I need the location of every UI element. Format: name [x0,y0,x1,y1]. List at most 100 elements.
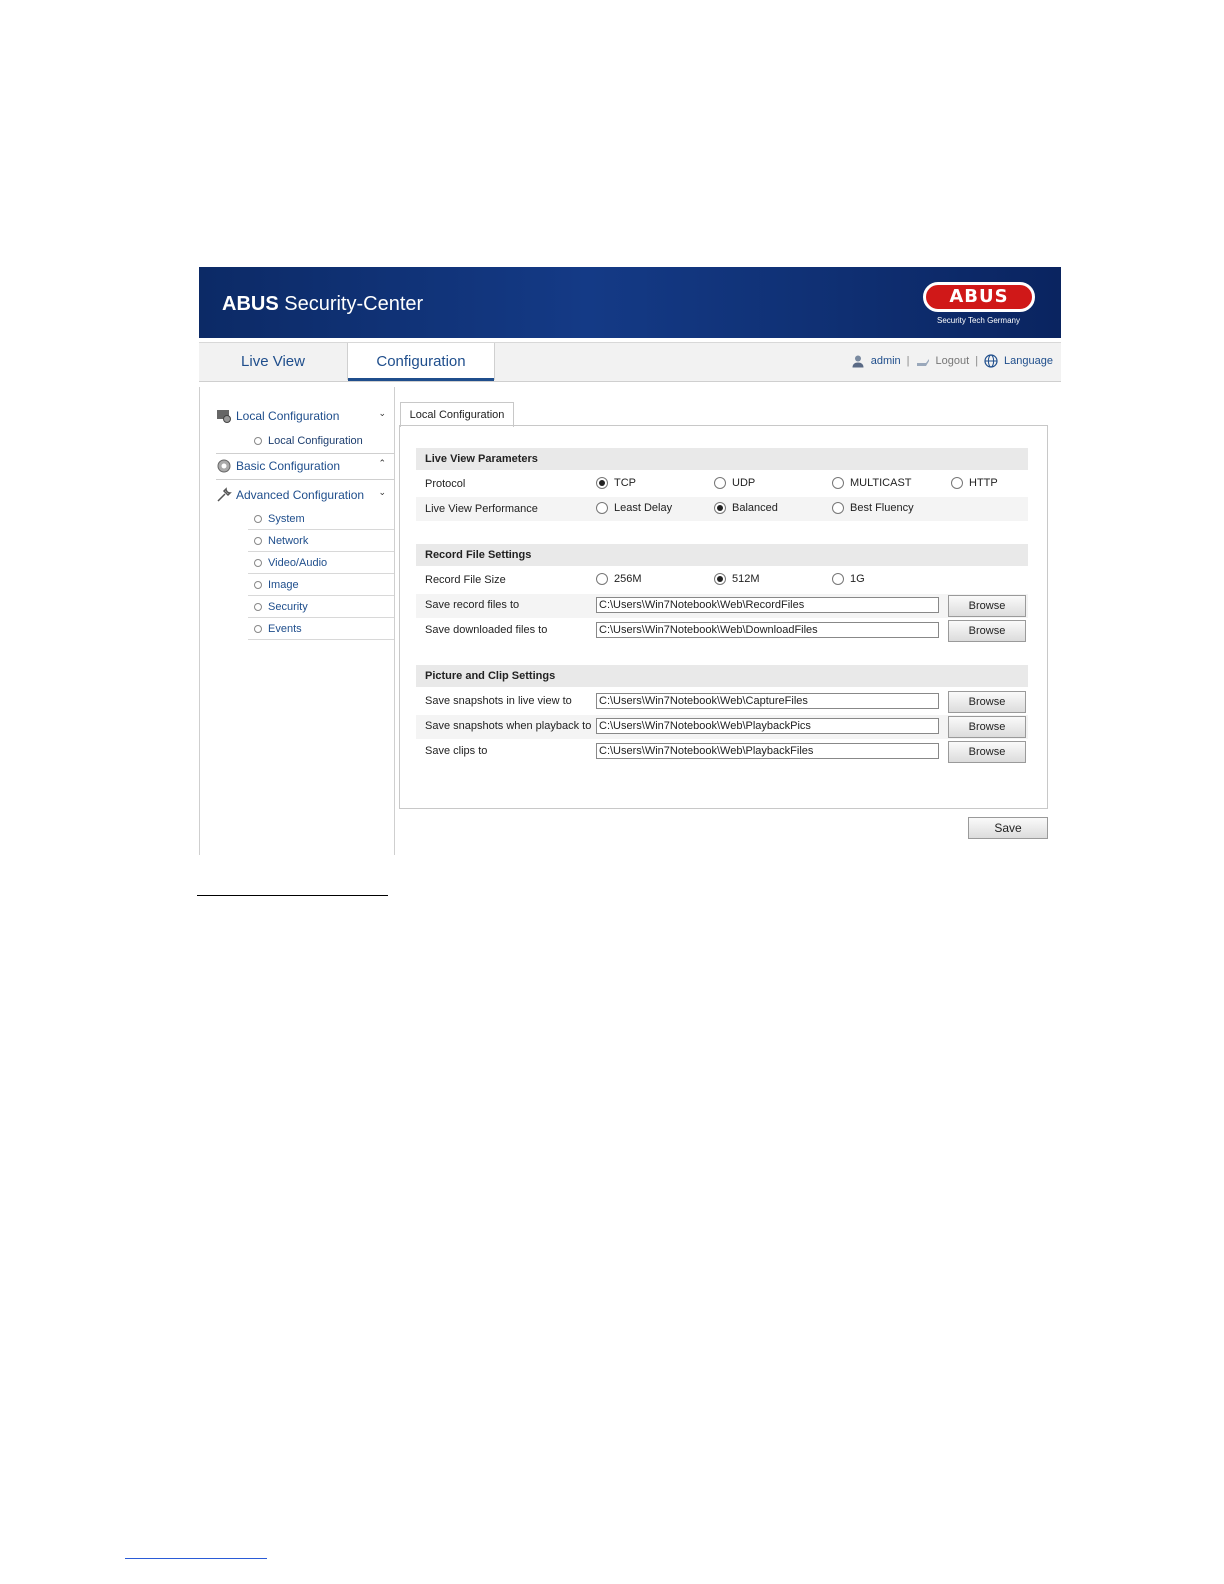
clips-row: Save clips to Browse [416,740,1028,764]
browse-button[interactable]: Browse [948,691,1026,713]
gear-icon [217,459,231,473]
save-download-row: Save downloaded files to Browse [416,619,1028,643]
sidebar-item-network[interactable]: Network [248,530,394,552]
protocol-radio-http[interactable]: HTTP [951,477,998,489]
header-banner: ABUS Security-Center ABUS Security Tech … [199,267,1061,338]
sidebar: Local Configuration ⌄ Local Configuratio… [199,387,395,855]
bullet-icon [254,436,262,445]
size-radio-512m[interactable]: 512M [714,573,760,585]
bullet-icon [254,602,262,611]
performance-radio-balanced[interactable]: Balanced [714,502,778,514]
save-download-path-input[interactable] [596,622,939,638]
protocol-radio-udp[interactable]: UDP [714,477,755,489]
browse-button[interactable]: Browse [948,716,1026,738]
chevron-down-icon: ⌄ [378,487,386,497]
sidebar-item-system[interactable]: System [248,508,394,530]
browse-button[interactable]: Browse [948,595,1026,617]
radio-icon [951,477,963,489]
abus-logo-oval: ABUS [923,282,1035,312]
clips-path-input[interactable] [596,743,939,759]
snap-live-row: Save snapshots in live view to Browse [416,690,1028,714]
radio-label: 256M [614,573,642,585]
bullet-icon [254,514,262,523]
snap-playback-row: Save snapshots when playback to Browse [416,715,1028,739]
radio-icon [832,477,844,489]
save-download-label: Save downloaded files to [425,624,548,636]
sidebar-item-events[interactable]: Events [248,618,394,640]
protocol-radio-multicast[interactable]: MULTICAST [832,477,912,489]
save-record-label: Save record files to [425,599,520,611]
bullet-icon [254,580,262,589]
abus-logo-tagline: Security Tech Germany [937,316,1020,325]
radio-label: HTTP [969,477,998,489]
section-live-view-parameters: Live View Parameters [416,448,1028,470]
performance-radio-best-fluency[interactable]: Best Fluency [832,502,914,514]
abus-logo: ABUS Security Tech Germany [923,282,1041,326]
language-link[interactable]: Language [1004,355,1053,367]
protocol-radio-tcp[interactable]: TCP [596,477,636,489]
sidebar-basic-configuration[interactable]: Basic Configuration ⌃ [216,455,394,477]
radio-label: UDP [732,477,756,489]
sidebar-item-label: Video/Audio [268,556,328,569]
snap-playback-path-input[interactable] [596,718,939,734]
main-nav: Live View Configuration admin | Logout |… [199,342,1061,382]
logout-icon [916,359,929,366]
radio-icon [714,477,726,489]
divider [216,453,394,454]
performance-radio-least-delay[interactable]: Least Delay [596,502,672,514]
separator: | [975,355,979,367]
browse-button[interactable]: Browse [948,741,1026,763]
sidebar-basic-label: Basic Configuration [236,459,341,473]
protocol-row: Protocol TCP UDP MULTICAST HTTP [416,472,1028,496]
footnote-rule [197,895,388,896]
snap-live-label: Save snapshots in live view to [425,695,572,707]
radio-label: TCP [614,477,636,489]
size-radio-256m[interactable]: 256M [596,573,642,585]
username: admin [870,355,901,367]
radio-icon [832,573,844,585]
radio-selected-icon [714,502,726,514]
radio-selected-icon [596,477,608,489]
tab-configuration[interactable]: Configuration [347,343,495,381]
sidebar-local-configuration[interactable]: Local Configuration ⌄ [216,405,394,427]
sidebar-advanced-label: Advanced Configuration [236,488,365,502]
app-title-rest: Security-Center [278,293,424,315]
active-tab-underline [348,378,494,381]
sidebar-local-label: Local Configuration [236,409,340,423]
user-bar: admin | Logout | Language [851,354,1053,368]
sidebar-item-label: Security [268,600,308,613]
section-picture-clip-settings: Picture and Clip Settings [416,665,1028,687]
snap-playback-label: Save snapshots when playback to [425,720,592,732]
save-record-path-input[interactable] [596,597,939,613]
tab-configuration-label: Configuration [376,353,466,370]
radio-selected-icon [714,573,726,585]
app-title-brand: ABUS [222,293,279,315]
bullet-icon [254,536,262,545]
sidebar-advanced-configuration[interactable]: Advanced Configuration ⌄ [216,484,394,506]
tab-live-view[interactable]: Live View [199,343,347,380]
abus-logo-text: ABUS [949,286,1009,307]
divider [216,479,394,480]
globe-icon [984,354,998,368]
sidebar-item-label: System [268,512,305,525]
sidebar-item-label: Network [268,534,309,547]
monitor-gear-icon [217,410,231,423]
performance-row: Live View Performance Least Delay Balanc… [416,497,1028,521]
radio-icon [596,573,608,585]
user-icon [852,355,864,368]
bullet-icon [254,558,262,567]
logout-link[interactable]: Logout [936,355,970,367]
tab-local-configuration[interactable]: Local Configuration [400,402,514,427]
sidebar-item-security[interactable]: Security [248,596,394,618]
app-title: ABUS Security-Center [222,293,423,316]
sidebar-item-label: Local Configuration [268,434,363,447]
wrench-icon [217,487,232,502]
sidebar-item-video-audio[interactable]: Video/Audio [248,552,394,574]
radio-label: 512M [732,573,760,585]
browse-button[interactable]: Browse [948,620,1026,642]
save-button[interactable]: Save [968,817,1048,839]
size-radio-1g[interactable]: 1G [832,573,865,585]
sidebar-item-image[interactable]: Image [248,574,394,596]
sidebar-item-local-configuration[interactable]: Local Configuration [248,430,394,451]
snap-live-path-input[interactable] [596,693,939,709]
